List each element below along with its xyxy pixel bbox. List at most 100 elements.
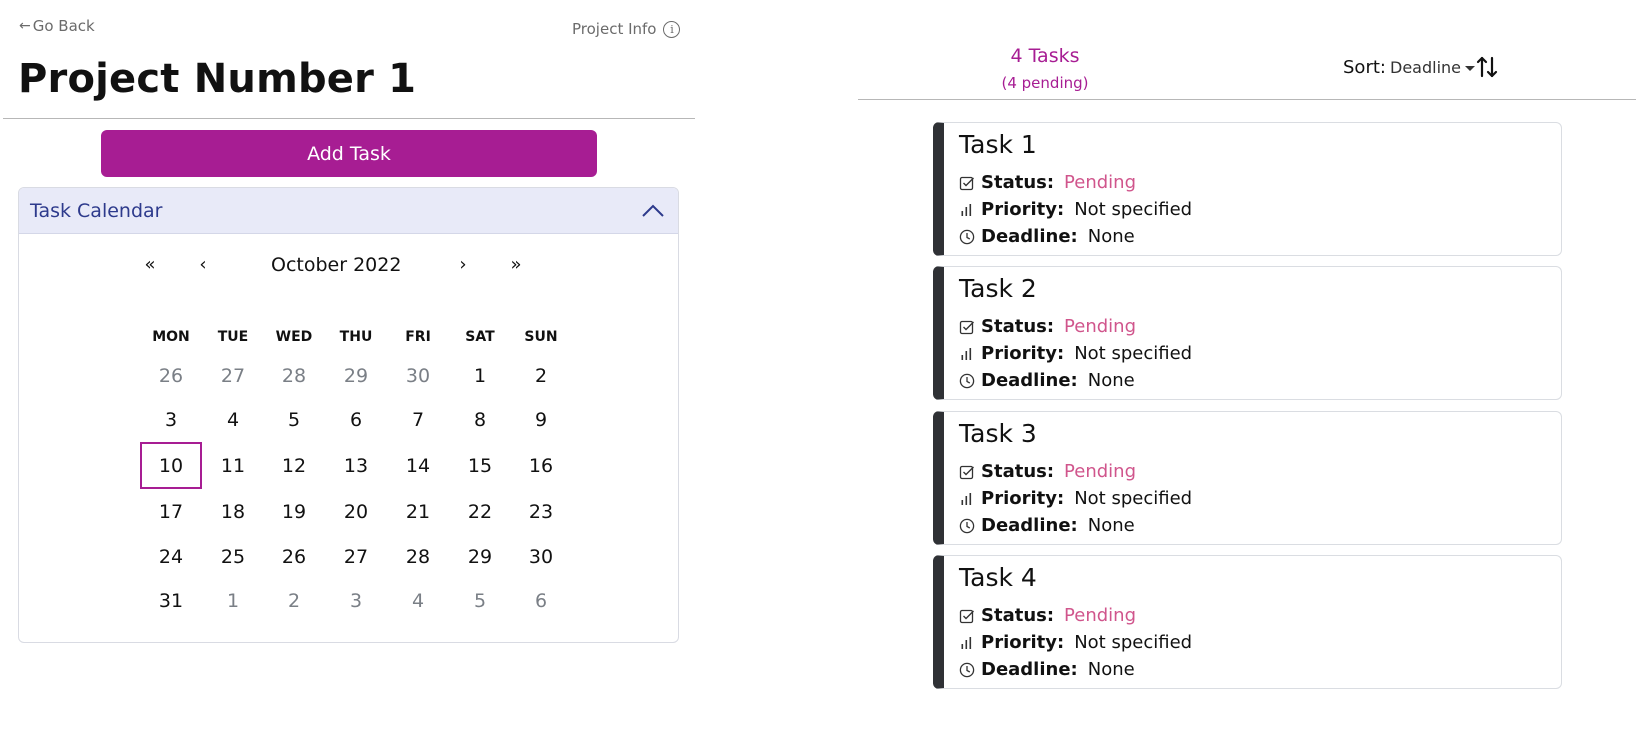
task-priority-row: Priority: Not specified (959, 488, 1192, 509)
calendar-day[interactable]: 23 (510, 488, 572, 535)
clock-icon (959, 229, 975, 244)
calendar-day[interactable]: 31 (140, 577, 202, 624)
bar-chart-icon (961, 492, 972, 505)
calendar-day-selected[interactable]: 10 (140, 442, 202, 489)
task-card[interactable]: Task 2 Status: Pending Priority: Not specifi… (933, 266, 1562, 400)
task-deadline-row: Deadline: None (959, 515, 1135, 536)
next-year-button[interactable]: » (504, 254, 528, 275)
task-status-row: Status: Pending (959, 316, 1136, 337)
task-card[interactable]: Task 3 Status: Pending Priority: Not specifi… (933, 411, 1562, 545)
calendar-day[interactable]: 6 (325, 396, 387, 443)
deadline-value: None (1087, 659, 1135, 680)
task-calendar-panel: Task Calendar « ‹ October 2022 › » MON TU… (18, 187, 679, 643)
status-value: Pending (1064, 605, 1137, 626)
calendar-day[interactable]: 28 (387, 533, 449, 580)
calendar-day[interactable]: 12 (263, 442, 325, 489)
task-title: Task 3 (959, 419, 1037, 448)
task-deadline-row: Deadline: None (959, 370, 1135, 391)
calendar-day[interactable]: 30 (387, 352, 449, 399)
calendar-day[interactable]: 17 (140, 488, 202, 535)
calendar-day[interactable]: 2 (510, 352, 572, 399)
calendar-day[interactable]: 6 (510, 577, 572, 624)
task-calendar-header[interactable]: Task Calendar (19, 188, 678, 234)
calendar-day[interactable]: 3 (140, 396, 202, 443)
calendar-day[interactable]: 29 (325, 352, 387, 399)
check-square-icon (959, 320, 974, 334)
caret-down-icon (1465, 66, 1475, 71)
weekday-header: SAT (465, 329, 495, 345)
calendar-day[interactable]: 1 (202, 577, 264, 624)
calendar-day[interactable]: 15 (449, 442, 511, 489)
task-title: Task 4 (959, 563, 1037, 592)
calendar-day[interactable]: 1 (449, 352, 511, 399)
calendar-day[interactable]: 7 (387, 396, 449, 443)
calendar-day[interactable]: 27 (325, 533, 387, 580)
calendar-day[interactable]: 18 (202, 488, 264, 535)
task-priority-row: Priority: Not specified (959, 199, 1192, 220)
sort-dropdown[interactable]: Deadline (1390, 58, 1475, 77)
sort-arrows-icon[interactable] (1476, 55, 1498, 79)
calendar-day[interactable]: 26 (263, 533, 325, 580)
calendar-day[interactable]: 5 (449, 577, 511, 624)
weekday-header: THU (339, 329, 373, 345)
weekday-header: FRI (405, 329, 431, 345)
calendar-day[interactable]: 21 (387, 488, 449, 535)
page-title: Project Number 1 (18, 56, 417, 102)
calendar-day[interactable]: 25 (202, 533, 264, 580)
chevron-up-icon[interactable] (641, 204, 665, 218)
calendar-day[interactable]: 2 (263, 577, 325, 624)
weekday-header: SUN (524, 329, 558, 345)
priority-value: Not specified (1074, 488, 1193, 509)
next-month-button[interactable]: › (451, 254, 475, 275)
prev-year-button[interactable]: « (138, 254, 162, 275)
weekday-header: WED (275, 329, 313, 345)
priority-label: Priority: (981, 199, 1065, 220)
calendar-day[interactable]: 29 (449, 533, 511, 580)
calendar-day[interactable]: 3 (325, 577, 387, 624)
go-back-link[interactable]: ← Go Back (19, 17, 95, 35)
calendar-day[interactable]: 16 (510, 442, 572, 489)
calendar-day[interactable]: 4 (202, 396, 264, 443)
calendar-month-label[interactable]: October 2022 (271, 254, 401, 276)
calendar-day[interactable]: 24 (140, 533, 202, 580)
task-status-row: Status: Pending (959, 461, 1136, 482)
prev-month-button[interactable]: ‹ (191, 254, 215, 275)
info-circle-icon: i (663, 20, 681, 38)
calendar-day[interactable]: 9 (510, 396, 572, 443)
add-task-button[interactable]: Add Task (101, 130, 597, 177)
bar-chart-icon (961, 347, 972, 360)
task-status-row: Status: Pending (959, 605, 1136, 626)
task-title: Task 2 (959, 274, 1037, 303)
calendar-day[interactable]: 27 (202, 352, 264, 399)
check-square-icon (959, 609, 974, 623)
calendar-day[interactable]: 11 (202, 442, 264, 489)
priority-label: Priority: (981, 488, 1065, 509)
task-card[interactable]: Task 4 Status: Pending Priority: Not specifi… (933, 555, 1562, 689)
calendar-day[interactable]: 4 (387, 577, 449, 624)
status-label: Status: (981, 316, 1055, 337)
project-info-link[interactable]: Project Info i (572, 20, 681, 38)
status-value: Pending (1064, 461, 1137, 482)
deadline-value: None (1087, 370, 1135, 391)
weekday-header: MON (152, 329, 190, 345)
arrow-left-icon: ← (19, 18, 31, 34)
deadline-label: Deadline: (981, 370, 1078, 391)
deadline-label: Deadline: (981, 659, 1078, 680)
task-title: Task 1 (959, 130, 1037, 159)
calendar-day[interactable]: 5 (263, 396, 325, 443)
calendar-day[interactable]: 13 (325, 442, 387, 489)
calendar-day[interactable]: 19 (263, 488, 325, 535)
task-priority-row: Priority: Not specified (959, 343, 1192, 364)
calendar-day[interactable]: 30 (510, 533, 572, 580)
calendar-day[interactable]: 14 (387, 442, 449, 489)
bar-chart-icon (961, 203, 972, 216)
calendar-day[interactable]: 26 (140, 352, 202, 399)
clock-icon (959, 373, 975, 388)
status-label: Status: (981, 605, 1055, 626)
task-card[interactable]: Task 1 Status: Pending Priority: Not specifi… (933, 122, 1562, 256)
calendar-day[interactable]: 8 (449, 396, 511, 443)
calendar-day[interactable]: 20 (325, 488, 387, 535)
calendar-day[interactable]: 28 (263, 352, 325, 399)
priority-value: Not specified (1074, 632, 1193, 653)
calendar-day[interactable]: 22 (449, 488, 511, 535)
